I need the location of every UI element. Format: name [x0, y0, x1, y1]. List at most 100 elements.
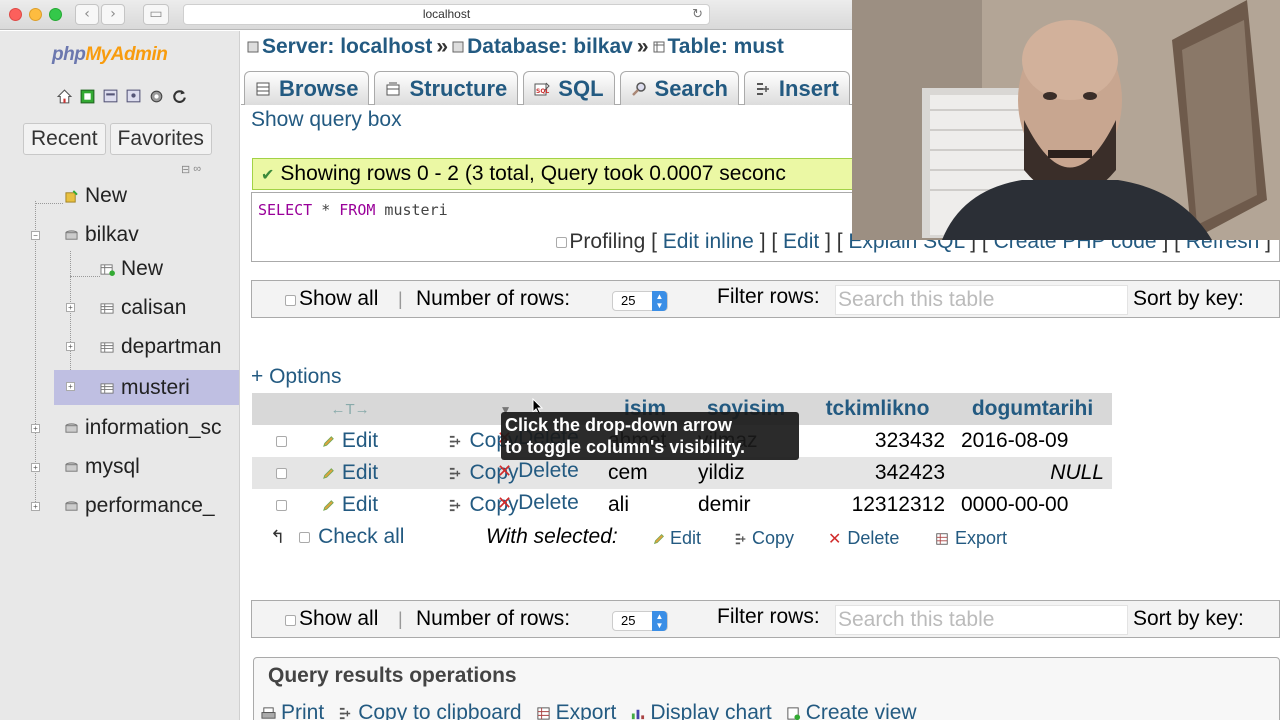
bulk-export-button[interactable]: Export	[935, 528, 1007, 549]
phpmyadmin-logo[interactable]: phpMyAdmin	[52, 44, 168, 66]
collapse-all-icon[interactable]: ⊟	[181, 163, 190, 176]
link-with-main-icon[interactable]: ∞	[193, 163, 201, 176]
print-link[interactable]: Print	[261, 701, 324, 720]
tree-item-musteri[interactable]: musteri	[54, 370, 239, 405]
close-window-button[interactable]	[9, 8, 22, 21]
show-all-label: Show all	[299, 607, 379, 630]
number-of-rows-label: Number of rows:	[416, 287, 571, 310]
sql-query-window-icon[interactable]	[102, 88, 119, 105]
sql-query-text[interactable]: SELECT * FROM musteri	[258, 201, 448, 219]
tab-sql[interactable]: SQL SQL	[523, 71, 615, 105]
edit-query-link[interactable]: Edit	[783, 230, 819, 253]
row-edit-link[interactable]: Edit	[321, 429, 378, 452]
back-button[interactable]: ‹	[75, 4, 99, 25]
tree-item-mysql[interactable]: mysql	[64, 452, 140, 482]
recent-tab[interactable]: Recent	[23, 123, 106, 155]
bulk-delete-button[interactable]: ✕ Delete	[828, 528, 899, 549]
expand-musteri-button[interactable]: +	[66, 382, 75, 391]
filter-rows-input[interactable]: Search this table	[835, 285, 1128, 315]
row-checkbox[interactable]	[275, 467, 287, 479]
breadcrumb-server[interactable]: Server: localhost	[262, 35, 432, 58]
row-edit-link[interactable]: Edit	[321, 493, 378, 516]
rows-per-page-select[interactable]: 25 ▲ ▼	[612, 611, 668, 631]
profiling-checkbox[interactable]	[556, 236, 568, 248]
tree-item-calisan[interactable]: calisan	[100, 293, 186, 323]
cell-tckimlikno[interactable]: 12312312	[802, 489, 953, 521]
expand-mysql-button[interactable]: +	[31, 463, 40, 472]
reload-navigation-icon[interactable]	[171, 88, 188, 105]
column-header-tckimlikno[interactable]: tckimlikno	[802, 393, 953, 425]
sql-icon: SQL	[534, 82, 550, 95]
tree-item-new-table[interactable]: New	[100, 254, 163, 284]
tab-search[interactable]: Search	[619, 71, 739, 105]
filter-placeholder: Search this table	[838, 288, 995, 311]
bulk-copy-button[interactable]: Copy	[734, 528, 794, 549]
tree-item-information-schema[interactable]: information_sc	[64, 413, 222, 443]
breadcrumb-table[interactable]: Table: must	[668, 35, 784, 58]
tab-structure[interactable]: Structure	[374, 71, 519, 105]
documentation-icon[interactable]	[125, 88, 142, 105]
cell-isim[interactable]: ali	[600, 489, 690, 521]
tree-item-new-database[interactable]: New	[64, 181, 127, 211]
reload-icon[interactable]: ↻	[692, 5, 703, 24]
show-all-checkbox[interactable]	[285, 615, 296, 626]
edit-cell: Edit	[312, 489, 441, 521]
minimize-window-button[interactable]	[29, 8, 42, 21]
cell-isim[interactable]: cem	[600, 457, 690, 489]
copy-icon	[450, 467, 461, 480]
copy-to-clipboard-link[interactable]: Copy to clipboard	[338, 701, 522, 720]
edit-inline-link[interactable]: Edit inline	[663, 230, 754, 253]
expand-departman-button[interactable]: +	[66, 342, 75, 351]
create-view-icon	[787, 706, 800, 720]
rows-per-page-select[interactable]: 25 ▲ ▼	[612, 291, 668, 311]
expand-bilkav-button[interactable]: −	[31, 231, 40, 240]
sidebar-toggle-button[interactable]: ▭	[143, 4, 169, 25]
tab-browse[interactable]: Browse	[244, 71, 370, 105]
svg-text:SQL: SQL	[536, 88, 549, 95]
cell-soyisim[interactable]: yildiz	[690, 457, 802, 489]
rows-per-page-value: 25	[621, 293, 636, 308]
address-bar[interactable]: localhost ↻	[183, 4, 710, 25]
cell-dogumtarihi[interactable]: 2016-08-09	[953, 425, 1112, 457]
cell-dogumtarihi[interactable]: NULL	[953, 457, 1112, 489]
expand-performance-schema-button[interactable]: +	[31, 502, 40, 511]
new-database-icon	[65, 190, 78, 203]
row-delete-link[interactable]: ✕Delete	[497, 459, 579, 483]
check-all-checkbox[interactable]	[299, 531, 311, 543]
row-edit-link[interactable]: Edit	[321, 461, 378, 484]
tree-item-departman[interactable]: departman	[100, 332, 221, 362]
bulk-edit-button[interactable]: Edit	[652, 528, 701, 549]
home-icon[interactable]	[56, 88, 73, 105]
check-all-link[interactable]: Check all	[318, 525, 404, 548]
row-checkbox[interactable]	[275, 435, 287, 447]
sort-by-key-label: Sort by key:	[1133, 607, 1244, 630]
show-all-checkbox[interactable]	[285, 295, 296, 306]
expand-information-schema-button[interactable]: +	[31, 424, 40, 433]
forward-button[interactable]: ›	[101, 4, 125, 25]
cell-soyisim[interactable]: demir	[690, 489, 802, 521]
settings-icon[interactable]	[148, 88, 165, 105]
export-label: Export	[555, 701, 617, 720]
show-query-box-link[interactable]: Show query box	[251, 108, 402, 132]
row-delete-link[interactable]: ✕Delete	[497, 491, 579, 515]
tab-insert[interactable]: Insert	[743, 71, 850, 105]
logout-icon[interactable]	[79, 88, 96, 105]
breadcrumb-database[interactable]: Database: bilkav	[467, 35, 633, 58]
display-chart-link[interactable]: Display chart	[630, 701, 772, 720]
cell-dogumtarihi[interactable]: 0000-00-00	[953, 489, 1112, 521]
maximize-window-button[interactable]	[49, 8, 62, 21]
options-link[interactable]: + Options	[251, 365, 341, 389]
export-link[interactable]: Export	[536, 701, 617, 720]
favorites-tab[interactable]: Favorites	[109, 123, 212, 155]
expand-calisan-button[interactable]: +	[66, 303, 75, 312]
column-header-dogumtarihi[interactable]: dogumtarihi	[953, 393, 1112, 425]
row-checkbox[interactable]	[275, 499, 287, 511]
tree-item-performance-schema[interactable]: performance_	[64, 491, 215, 521]
cell-tckimlikno[interactable]: 323432	[802, 425, 953, 457]
cell-tckimlikno[interactable]: 342423	[802, 457, 953, 489]
create-view-link[interactable]: Create view	[786, 701, 917, 720]
filter-rows-input[interactable]: Search this table	[835, 605, 1128, 635]
tab-label: Structure	[409, 75, 508, 101]
sort-arrows-icon[interactable]: ←T→	[330, 401, 369, 418]
tree-item-bilkav[interactable]: bilkav	[64, 220, 139, 250]
